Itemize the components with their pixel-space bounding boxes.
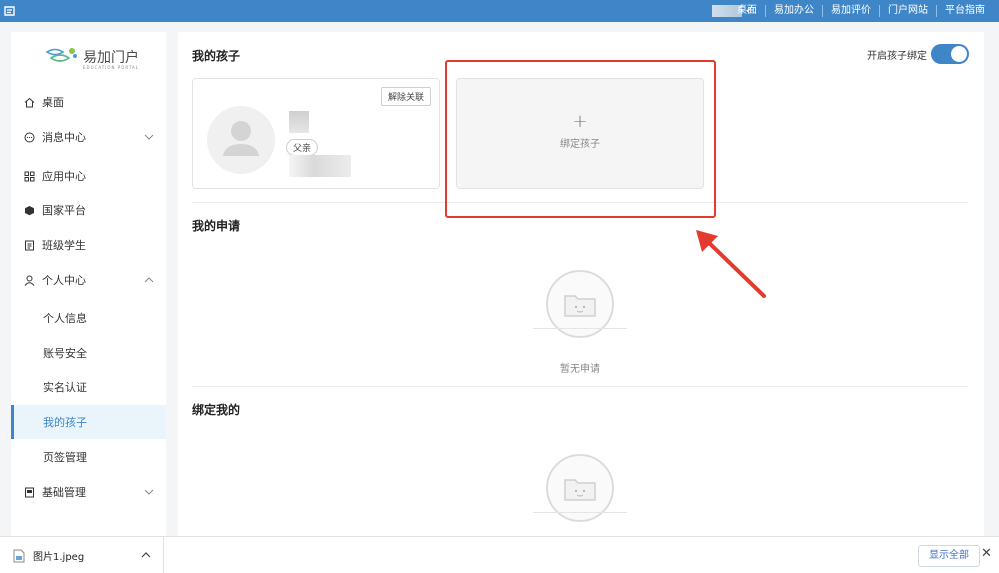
chevron-down-icon [144, 489, 154, 495]
show-all-button[interactable]: 显示全部 [918, 545, 980, 567]
home-icon [23, 96, 35, 108]
download-file-name: 图片1.jpeg [33, 552, 85, 563]
chevron-down-icon [144, 134, 154, 140]
app-return-icon[interactable] [3, 4, 17, 18]
sidebar-item-tab-manage[interactable]: 页签管理 [11, 440, 166, 474]
child-info-blurred [289, 155, 351, 177]
sidebar-item-my-children[interactable]: 我的孩子 [11, 405, 166, 439]
sidebar-item-label: 基础管理 [42, 486, 86, 499]
sidebar-item-messages[interactable]: 消息中心 [11, 120, 166, 154]
sidebar-item-base-manage[interactable]: 基础管理 [11, 475, 166, 509]
empty-shadow-line [533, 328, 627, 329]
child-binding-toggle-label: 开启孩子绑定 [867, 50, 927, 62]
child-avatar [207, 106, 275, 174]
image-file-icon [13, 549, 25, 562]
sidebar-item-label: 个人中心 [42, 274, 86, 287]
child-binding-toggle[interactable] [931, 44, 969, 64]
child-card: 父亲 解除关联 [192, 78, 440, 189]
brand-subtitle: EDUCATION PORTAL [83, 65, 139, 70]
sidebar: 易加门户 EDUCATION PORTAL 桌面 消息中心 应用中心 国家平台 … [11, 32, 166, 536]
empty-shadow-line [533, 512, 627, 513]
base-manage-icon [23, 486, 35, 498]
chevron-up-icon [144, 277, 154, 283]
top-link-evaluation[interactable]: 易加评价 [822, 5, 879, 17]
brand-name: 易加门户 [83, 50, 139, 66]
annotation-arrow-icon [696, 230, 766, 298]
apps-grid-icon [23, 170, 35, 182]
close-icon[interactable]: ✕ [981, 546, 992, 561]
toggle-knob [951, 46, 967, 62]
user-icon [23, 274, 35, 286]
cube-icon [23, 204, 35, 216]
relation-tag: 父亲 [286, 139, 319, 156]
sidebar-item-label: 桌面 [42, 96, 64, 109]
message-icon [23, 131, 35, 143]
top-bar: ✓ 桌面 易加办公 易加评价 门户网站 平台指南 [0, 0, 999, 22]
unlink-button[interactable]: 解除关联 [380, 87, 431, 106]
sidebar-item-personal-center[interactable]: 个人中心 [11, 263, 166, 297]
top-links: 桌面 易加办公 易加评价 门户网站 平台指南 [729, 0, 993, 22]
download-item[interactable]: 图片1.jpeg [0, 537, 164, 573]
chevron-up-icon[interactable] [141, 550, 151, 560]
section-title-bound-me: 绑定我的 [192, 403, 241, 417]
empty-state-applications: 暂无申请 [533, 270, 627, 375]
empty-label: 暂无申请 [560, 364, 600, 375]
top-link-office[interactable]: 易加办公 [765, 5, 822, 17]
sidebar-item-label: 应用中心 [42, 170, 86, 183]
sidebar-item-apps[interactable]: 应用中心 [11, 159, 166, 193]
child-name-blurred [289, 111, 309, 133]
divider [192, 386, 968, 387]
sidebar-item-real-name[interactable]: 实名认证 [11, 370, 166, 404]
sidebar-item-personal-info[interactable]: 个人信息 [11, 301, 166, 335]
sidebar-item-class-students[interactable]: 班级学生 [11, 228, 166, 262]
sidebar-item-account-security[interactable]: 账号安全 [11, 336, 166, 370]
empty-state-bound-me [533, 454, 627, 534]
top-link-desktop[interactable]: 桌面 [729, 5, 765, 17]
section-title-my-children: 我的孩子 [192, 49, 241, 63]
class-book-icon [23, 239, 35, 251]
sidebar-item-label: 国家平台 [42, 204, 86, 217]
section-title-my-applications: 我的申请 [192, 219, 241, 233]
sidebar-item-label: 班级学生 [42, 239, 86, 252]
annotation-highlight-box [445, 60, 716, 218]
portal-logo-icon [45, 48, 77, 62]
download-bar: 图片1.jpeg 显示全部 ✕ [0, 536, 999, 573]
sidebar-item-label: 消息中心 [42, 131, 86, 144]
sidebar-item-desktop[interactable]: 桌面 [11, 85, 166, 119]
top-link-guide[interactable]: 平台指南 [936, 5, 993, 17]
sidebar-item-national-platform[interactable]: 国家平台 [11, 193, 166, 227]
top-link-portal[interactable]: 门户网站 [879, 5, 936, 17]
child-binding-toggle-group: 开启孩子绑定 [867, 44, 969, 64]
